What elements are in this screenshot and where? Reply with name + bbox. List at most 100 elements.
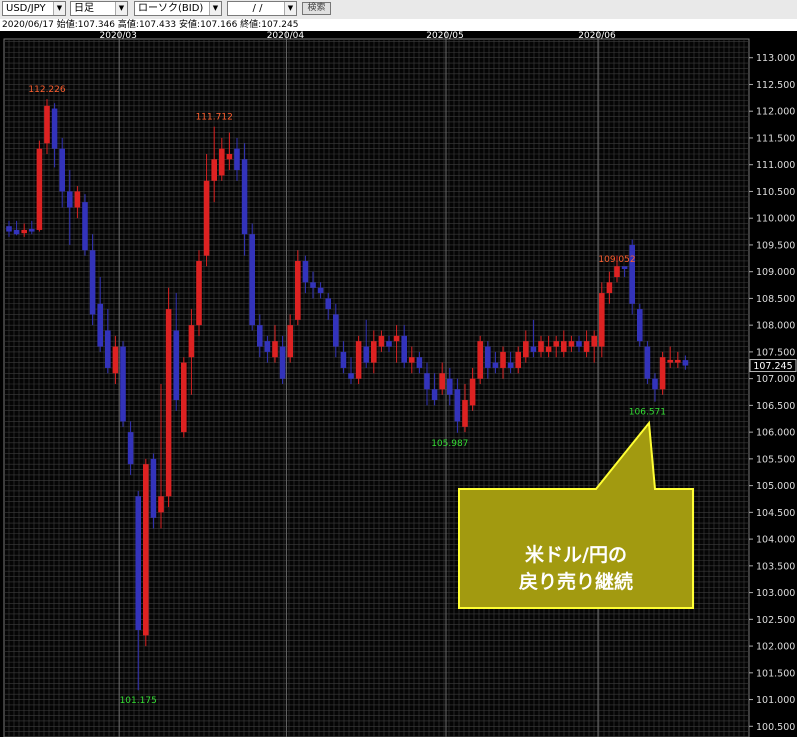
period-select[interactable]: 日足 ▼ [70, 1, 128, 16]
candle-down [629, 239, 635, 315]
y-tick-label: 104.500 [756, 508, 795, 519]
low-value: 107.166 [200, 20, 238, 30]
date-input[interactable]: / / ▼ [227, 1, 297, 16]
candle-body [279, 346, 286, 379]
candle-body [13, 229, 20, 235]
candle-body [21, 229, 27, 234]
y-tick-label: 106.500 [756, 401, 795, 412]
candle-body [416, 357, 423, 368]
candle-up [659, 351, 666, 395]
chart-style-select[interactable]: ローソク(BID) ▼ [134, 1, 222, 16]
plot-area [3, 38, 750, 737]
search-button[interactable]: 検索 [302, 2, 331, 15]
y-tick-label: 103.500 [756, 561, 795, 572]
candle-body [97, 303, 103, 347]
chevron-down-icon: ▼ [284, 2, 296, 15]
candle-body [447, 378, 453, 395]
candle-body [74, 191, 81, 208]
candle-body [424, 373, 430, 390]
candle-body [606, 282, 613, 294]
close-label: 終値: [240, 20, 262, 30]
y-tick-label: 102.000 [756, 642, 795, 653]
candle-body [523, 341, 529, 358]
candle-body [401, 335, 407, 363]
candle-body [515, 351, 521, 368]
candle-body [325, 298, 331, 310]
candle-body [477, 341, 483, 379]
candle-up [295, 250, 301, 326]
low-label: 安値: [179, 20, 201, 30]
candle-body [196, 260, 202, 326]
candle-body [507, 362, 514, 368]
candle-up [143, 458, 149, 647]
chevron-down-icon: ▼ [209, 2, 221, 15]
candle-body [219, 148, 225, 176]
candle-body [249, 234, 255, 326]
candle-body [667, 359, 673, 363]
candle-body [82, 202, 88, 251]
candle-body [454, 389, 461, 422]
y-tick-label: 104.000 [756, 535, 795, 546]
candle-body [340, 351, 347, 368]
month-label: 2020/05 [426, 31, 463, 41]
y-tick-label: 108.500 [756, 294, 795, 305]
candle-down [150, 453, 157, 529]
candle-body [363, 346, 369, 363]
y-tick-label: 112.500 [756, 80, 795, 91]
candle-body [181, 362, 187, 433]
last-price-label: 107.245 [753, 361, 792, 372]
candle-body [287, 325, 293, 358]
candle-body [644, 346, 651, 379]
candle-down [637, 303, 643, 347]
y-tick-label: 103.000 [756, 588, 795, 599]
candle-down [120, 341, 126, 427]
y-tick-label: 111.500 [756, 133, 795, 144]
candle-up [36, 140, 43, 232]
grid [3, 38, 750, 737]
y-tick-label: 101.000 [756, 695, 795, 706]
candle-body [371, 341, 377, 363]
y-tick-label: 105.000 [756, 481, 795, 492]
candle-body [439, 373, 445, 390]
low-annotation: 105.987 [431, 439, 468, 449]
candle-body [637, 309, 643, 342]
candle-body [226, 153, 233, 160]
open-value: 107.346 [77, 20, 116, 30]
candle-body [386, 341, 392, 347]
candle-body [393, 335, 400, 342]
candle-body [302, 260, 309, 283]
y-tick-label: 109.000 [756, 267, 795, 278]
period-value: 日足 [74, 3, 94, 14]
candle-body [59, 148, 65, 192]
candle-body [614, 266, 620, 278]
candle-body [143, 464, 149, 636]
info-date: 2020/06/17 [2, 20, 54, 30]
candle-body [234, 148, 240, 171]
candle-body [431, 389, 438, 401]
candle-body [127, 432, 134, 465]
candle-body [44, 105, 50, 144]
y-tick-label: 101.500 [756, 668, 795, 679]
candle-body [591, 335, 597, 347]
candle-down [249, 223, 255, 331]
high-annotation: 112.226 [28, 85, 65, 95]
candle-body [462, 400, 468, 427]
candle-down [82, 194, 88, 256]
y-tick-label: 113.000 [756, 53, 795, 64]
candle-body [120, 346, 126, 422]
y-tick-label: 110.500 [756, 187, 795, 198]
candle-body [629, 244, 635, 304]
chart-style-value: ローソク(BID) [138, 3, 204, 14]
high-value: 107.433 [138, 20, 177, 30]
month-label: 2020/06 [578, 31, 616, 41]
symbol-select[interactable]: USD/JPY ▼ [2, 1, 66, 16]
y-tick-label: 112.000 [756, 107, 795, 118]
callout-line-1: 米ドル/円の [525, 543, 627, 566]
candle-body [485, 346, 491, 368]
candle-body [67, 191, 73, 208]
candle-body [583, 341, 590, 352]
candle-body [188, 325, 195, 358]
candle-body [652, 378, 658, 390]
y-tick-label: 100.500 [756, 722, 795, 733]
candle-body [682, 360, 689, 366]
